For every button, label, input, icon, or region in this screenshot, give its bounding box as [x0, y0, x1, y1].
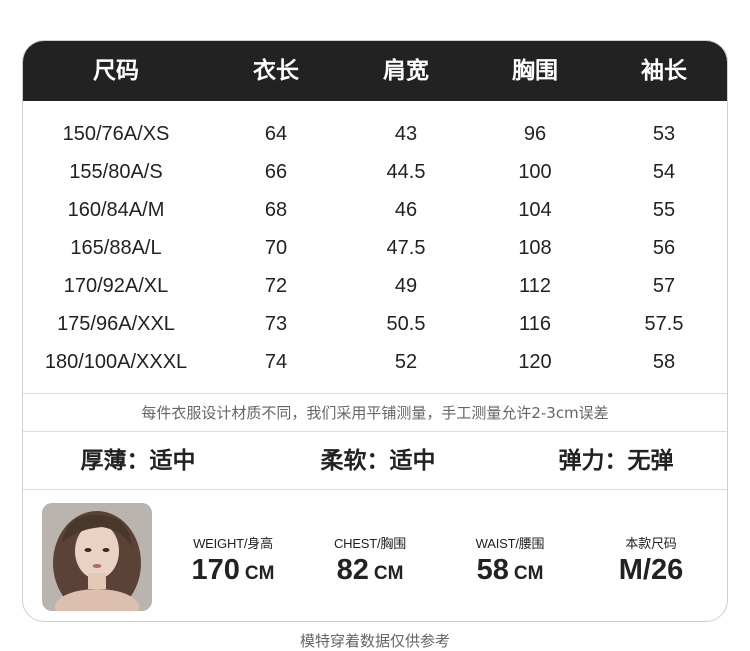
stat-chest: CHEST/胸围 82 CM — [334, 533, 406, 587]
property-softness: 柔软：适中 — [320, 448, 436, 474]
divider — [23, 393, 727, 394]
header-shoulder: 肩宽 — [383, 58, 429, 84]
cell-sleeve: 57.5 — [644, 313, 684, 335]
cell-sleeve: 54 — [652, 161, 676, 183]
table-row: 160/84A/M 68 46 104 55 — [23, 191, 727, 229]
cell-length: 70 — [264, 237, 288, 259]
table-row: 155/80A/S 66 44.5 100 54 — [23, 153, 727, 191]
size-chart-card: 尺码 衣长 肩宽 胸围 袖长 150/76A/XS 64 43 96 53 15… — [22, 40, 728, 622]
cell-sleeve: 58 — [652, 351, 676, 373]
cell-chest: 100 — [518, 161, 552, 183]
cell-shoulder: 50.5 — [386, 313, 426, 335]
cell-sleeve: 53 — [652, 123, 676, 145]
cell-size: 165/88A/L — [70, 237, 162, 259]
cell-size: 150/76A/XS — [62, 123, 170, 145]
stat-height-label: WEIGHT/身高 — [193, 536, 273, 551]
stat-size: 本款尺码 M/26 — [619, 533, 683, 587]
stat-chest-label: CHEST/胸围 — [333, 536, 407, 551]
cell-length: 73 — [264, 313, 288, 335]
fabric-properties: 厚薄：适中 柔软：适中 弹力：无弹 — [23, 433, 727, 489]
header-size: 尺码 — [93, 58, 139, 84]
cell-length: 68 — [264, 199, 288, 221]
stat-waist-unit: CM — [513, 563, 544, 584]
cell-length: 74 — [264, 351, 288, 373]
stat-waist-value: 58 CM — [476, 554, 545, 587]
stat-chest-number: 82 — [336, 554, 369, 586]
cell-length: 66 — [264, 161, 288, 183]
cell-sleeve: 57 — [652, 275, 676, 297]
stat-height-value: 170 CM — [192, 554, 275, 587]
stat-size-label: 本款尺码 — [625, 536, 677, 551]
table-row: 180/100A/XXXL 74 52 120 58 — [23, 343, 727, 381]
model-portrait-icon — [42, 503, 152, 611]
property-thickness: 厚薄：适中 — [80, 448, 196, 474]
measurement-note: 每件衣服设计材质不同，我们采用平铺测量，手工测量允许2-3cm误差 — [141, 404, 609, 422]
cell-size: 180/100A/XXXL — [44, 351, 188, 373]
cell-length: 64 — [264, 123, 288, 145]
cell-shoulder: 49 — [394, 275, 418, 297]
header-length: 衣长 — [253, 58, 299, 84]
stat-chest-unit: CM — [373, 563, 404, 584]
cell-size: 175/96A/XXL — [57, 313, 175, 335]
cell-chest: 104 — [518, 199, 552, 221]
stat-height-unit: CM — [244, 563, 275, 584]
footer-note: 模特穿着数据仅供参考 — [299, 632, 450, 650]
cell-chest: 96 — [523, 123, 547, 145]
cell-length: 72 — [264, 275, 288, 297]
cell-shoulder: 46 — [394, 199, 418, 221]
model-info: WEIGHT/身高 170 CM CHEST/胸围 82 CM WAIST/腰围 5… — [23, 491, 727, 621]
property-elasticity: 弹力：无弹 — [558, 448, 674, 474]
cell-size: 170/92A/XL — [63, 275, 169, 297]
stat-height: WEIGHT/身高 170 CM — [192, 533, 275, 587]
header-sleeve: 袖长 — [641, 58, 687, 84]
cell-sleeve: 55 — [652, 199, 676, 221]
table-row: 150/76A/XS 64 43 96 53 — [23, 115, 727, 153]
cell-chest: 116 — [519, 313, 551, 335]
stat-size-number: M/26 — [618, 554, 684, 586]
stat-waist-label: WAIST/腰围 — [475, 536, 545, 551]
cell-chest: 108 — [518, 237, 552, 259]
model-photo — [42, 503, 152, 611]
cell-size: 160/84A/M — [67, 199, 165, 221]
divider — [23, 489, 727, 490]
table-row: 165/88A/L 70 47.5 108 56 — [23, 229, 727, 267]
size-table-body: 150/76A/XS 64 43 96 53 155/80A/S 66 44.5… — [23, 115, 727, 381]
stat-waist: WAIST/腰围 58 CM — [476, 533, 545, 587]
cell-chest: 112 — [519, 275, 551, 297]
table-row: 170/92A/XL 72 49 112 57 — [23, 267, 727, 305]
cell-sleeve: 56 — [652, 237, 676, 259]
cell-size: 155/80A/S — [69, 161, 163, 183]
divider — [23, 431, 727, 432]
stat-chest-value: 82 CM — [334, 554, 406, 587]
stat-height-number: 170 — [191, 554, 240, 586]
stat-size-value: M/26 — [619, 554, 683, 587]
cell-shoulder: 44.5 — [386, 161, 426, 183]
cell-shoulder: 52 — [394, 351, 418, 373]
header-chest: 胸围 — [512, 58, 558, 84]
cell-shoulder: 47.5 — [386, 237, 426, 259]
cell-shoulder: 43 — [394, 123, 418, 145]
stat-waist-number: 58 — [476, 554, 509, 586]
table-row: 175/96A/XXL 73 50.5 116 57.5 — [23, 305, 727, 343]
cell-chest: 120 — [518, 351, 552, 373]
table-header: 尺码 衣长 肩宽 胸围 袖长 — [23, 41, 727, 101]
